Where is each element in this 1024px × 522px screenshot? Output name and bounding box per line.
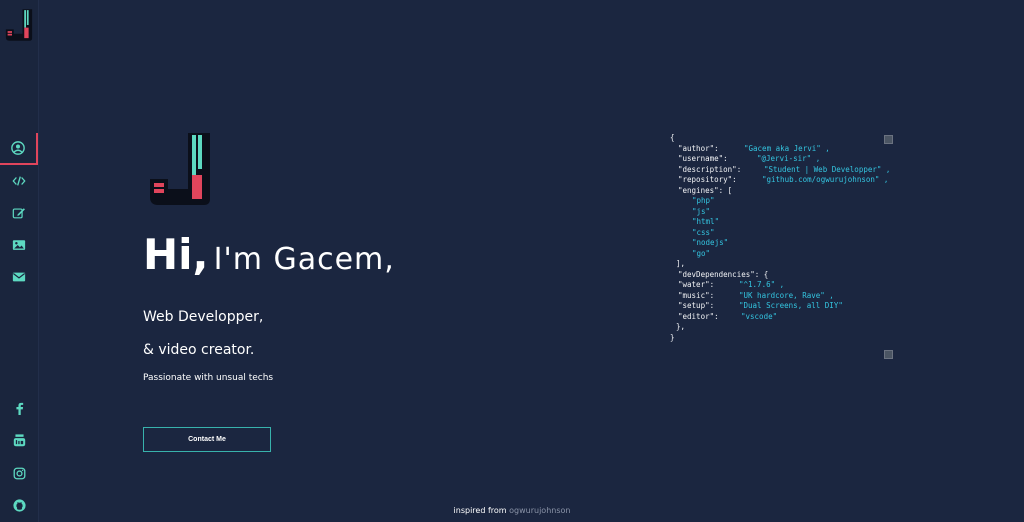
hero-heading: Hi, I'm Gacem,: [143, 230, 395, 279]
code-key-music: "music":: [678, 290, 715, 300]
code-key-username: "username":: [678, 154, 728, 163]
nav-item-contact[interactable]: [0, 261, 38, 293]
code-engine-item: "php": [692, 196, 715, 205]
code-open-brace: {: [670, 133, 675, 142]
social-link-facebook[interactable]: [0, 392, 38, 425]
j-logo-icon: [150, 133, 210, 205]
code-engine-item: "css": [692, 227, 715, 237]
code-engine-item: "html": [692, 217, 720, 226]
code-block: { "author": "Gacem aka Jervi" , "username…: [670, 133, 900, 359]
nav-item-gallery[interactable]: [0, 229, 38, 261]
code-value-setup: "Dual Screens, all DIY": [739, 301, 843, 310]
code-close-brace: }: [670, 332, 675, 342]
code-value-description: "Student | Web Developper" ,: [764, 164, 891, 174]
code-key-devdependencies: "devDependencies": {: [678, 269, 769, 279]
envelope-icon: [12, 272, 26, 282]
code-engine-item: "js": [692, 206, 711, 216]
broken-image-icon: [884, 350, 893, 359]
social-link-youtube[interactable]: [0, 425, 38, 458]
role-line-2: & video creator.: [143, 342, 255, 358]
code-engine-item: "nodejs": [692, 238, 729, 247]
code-value-water: "^1.7.6" ,: [739, 280, 785, 289]
tagline: Passionate with unsual techs: [143, 373, 274, 383]
instagram-icon: [13, 467, 25, 480]
logo-small[interactable]: [5, 8, 33, 42]
code-value-music: "UK hardcore, Rave" ,: [739, 290, 834, 300]
footer-credit-link[interactable]: ogwurujohnson: [509, 506, 570, 515]
code-key-water: "water":: [678, 280, 715, 289]
code-key-setup: "setup":: [678, 301, 715, 310]
code-engines-close: ],: [676, 259, 686, 268]
sidebar: [0, 0, 39, 522]
facebook-icon: [15, 402, 23, 415]
image-icon: [12, 240, 26, 250]
greeting-name: I'm Gacem,: [213, 242, 395, 277]
hero-logo: [148, 131, 212, 207]
j-logo-icon: [5, 9, 33, 41]
nav-item-blog[interactable]: [0, 197, 38, 229]
code-engine-item: "go": [692, 248, 711, 258]
footer: inspired from ogwurujohnson: [0, 506, 1024, 515]
main-nav: [0, 133, 38, 293]
social-link-instagram[interactable]: [0, 457, 38, 490]
greeting-hi: Hi,: [143, 230, 209, 279]
code-value-author: "Gacem aka Jervi" ,: [744, 143, 830, 153]
code-key-author: "author":: [678, 143, 719, 153]
code-key-repository: "repository":: [678, 175, 737, 184]
code-value-editor: "vscode": [741, 311, 778, 321]
edit-icon: [12, 208, 25, 219]
code-icon: [12, 176, 26, 186]
code-value-repository: "github.com/ogwurujohnson" ,: [762, 175, 889, 184]
social-links: [0, 392, 38, 522]
code-key-engines: "engines": [: [678, 185, 733, 195]
code-devdeps-close: },: [676, 322, 686, 331]
code-value-username: "@Jervi-sir" ,: [757, 154, 821, 163]
nav-item-projects[interactable]: [0, 165, 38, 197]
footer-prefix: inspired from: [453, 506, 507, 515]
youtube-icon: [13, 434, 25, 447]
user-circle-icon: [11, 141, 25, 155]
nav-item-about[interactable]: [0, 133, 38, 165]
role-line-1: Web Developper,: [143, 309, 264, 325]
contact-button[interactable]: Contact Me: [143, 427, 271, 452]
code-key-editor: "editor":: [678, 311, 719, 321]
code-key-description: "description":: [678, 164, 742, 174]
